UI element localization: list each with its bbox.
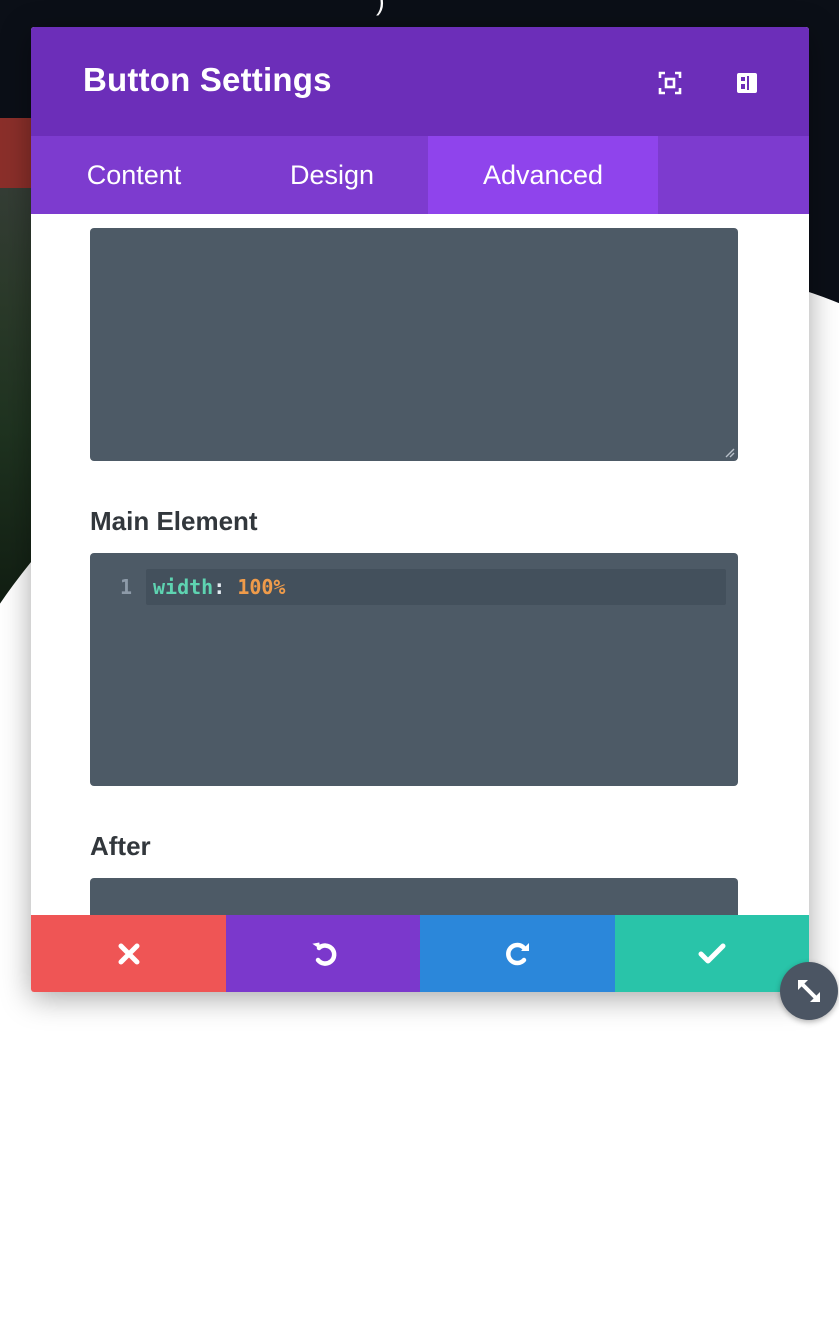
discard-button[interactable] [31, 915, 226, 992]
undo-button[interactable] [226, 915, 421, 992]
save-button[interactable] [615, 915, 809, 992]
fullscreen-icon[interactable] [657, 70, 683, 96]
close-icon [118, 943, 139, 964]
redo-button[interactable] [420, 915, 615, 992]
check-icon [698, 943, 726, 963]
tab-advanced-label: Advanced [482, 159, 604, 190]
modal-footer [31, 915, 809, 992]
settings-modal: Button Settings Content Design Advanced [31, 27, 809, 992]
before-css-editor[interactable] [90, 228, 738, 461]
background-text-fragment: ) [376, 0, 385, 16]
sidebar-layout-icon[interactable] [734, 70, 760, 96]
tab-design-label: Design [289, 159, 375, 190]
css-colon: : [213, 575, 226, 599]
tab-content-label: Content [86, 159, 182, 190]
redo-icon [505, 942, 529, 965]
settings-content: Main Element 1 width: 100% After [31, 214, 809, 915]
tab-advanced[interactable]: Advanced [428, 136, 658, 214]
tab-bar: Content Design Advanced [31, 136, 809, 214]
resize-grip-icon[interactable] [723, 446, 735, 458]
after-label: After [90, 831, 151, 861]
line-number: 1 [120, 575, 133, 599]
css-value: 100% [237, 575, 286, 599]
css-property: width [153, 575, 214, 599]
resize-diagonal-icon [798, 980, 820, 1002]
after-css-editor[interactable] [90, 878, 738, 915]
modal-title: Button Settings [83, 61, 332, 98]
main-element-label: Main Element [90, 506, 258, 536]
main-element-css-editor[interactable]: 1 width: 100% [90, 553, 738, 786]
tab-content[interactable]: Content [31, 136, 237, 214]
code-line[interactable]: width: 100% [153, 575, 285, 599]
undo-icon [311, 942, 336, 966]
modal-header: Button Settings [31, 27, 809, 136]
tab-design[interactable]: Design [237, 136, 427, 214]
modal-resize-button[interactable] [780, 962, 838, 1020]
